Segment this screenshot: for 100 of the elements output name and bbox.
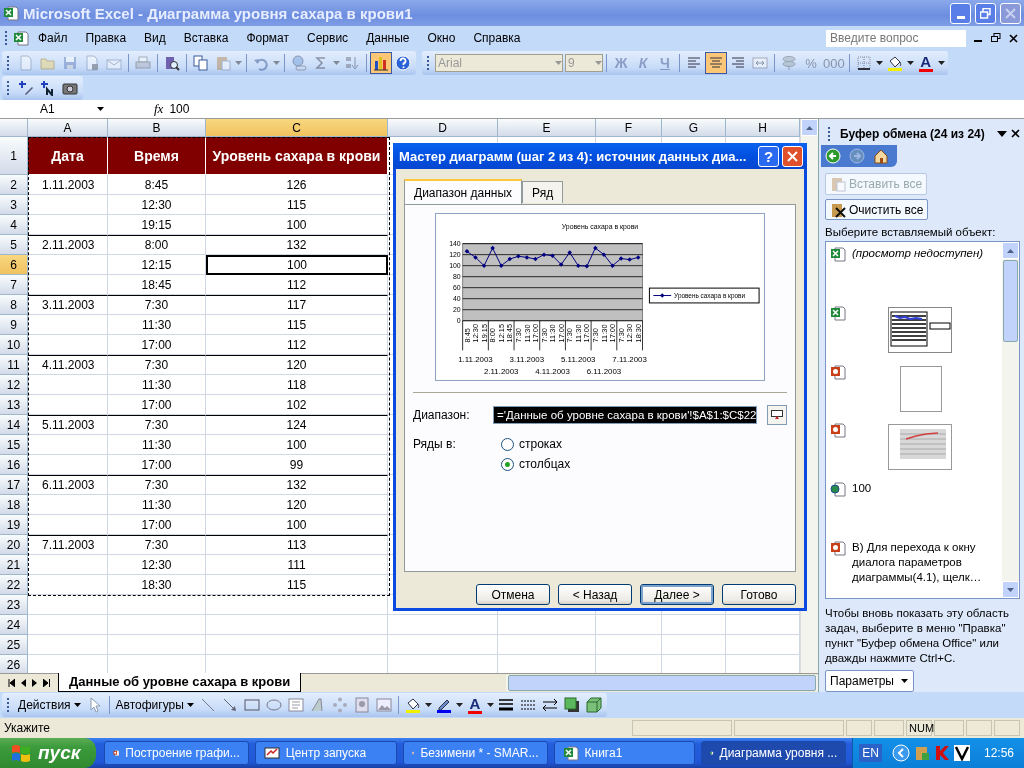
menu-item[interactable]: Файл	[29, 31, 77, 45]
clipboard-item[interactable]: 100	[852, 480, 998, 496]
row-header[interactable]: 1	[0, 137, 28, 175]
row-header[interactable]: 14	[0, 415, 28, 435]
table-cell: 117	[206, 295, 388, 315]
row-header[interactable]: 11	[0, 355, 28, 375]
menu-button[interactable]: Действия	[15, 694, 84, 716]
row-header[interactable]: 18	[0, 495, 28, 515]
table-cell: 12:30	[108, 195, 206, 215]
menu-item[interactable]: Формат	[237, 31, 299, 45]
taskbar-button[interactable]: Построение графи...	[103, 741, 249, 765]
column-heading: Дата	[28, 137, 108, 175]
table-cell: 100	[206, 255, 388, 275]
menu-item[interactable]: Справка	[464, 31, 530, 45]
row-header[interactable]: 21	[0, 555, 28, 575]
menu-item[interactable]: Вид	[135, 31, 175, 45]
dialog-button[interactable]: Отмена	[476, 584, 550, 605]
row-header[interactable]: 19	[0, 515, 28, 535]
clipboard-item[interactable]: (просмотр недоступен)	[852, 246, 998, 262]
table-cell: 12:30	[108, 555, 206, 575]
menu-button[interactable]: Автофигуры	[112, 694, 197, 716]
dialog-button[interactable]: < Назад	[558, 584, 632, 605]
sheet-tab[interactable]: Данные об уровне сахара в крови	[58, 672, 302, 692]
row-header[interactable]: 9	[0, 315, 28, 335]
font-color-button[interactable]: A	[914, 52, 937, 74]
dialog-button[interactable]: Готово	[722, 584, 796, 605]
taskbar-button[interactable]: Книга1	[553, 741, 696, 765]
row-header[interactable]: 23	[0, 595, 28, 615]
menu-item[interactable]: Данные	[357, 31, 419, 45]
row-header[interactable]: 12	[0, 375, 28, 395]
table-cell: 124	[206, 415, 388, 435]
dialog-button[interactable]: Далее >	[640, 584, 714, 605]
table-cell: 115	[206, 195, 388, 215]
table-cell: 102	[206, 395, 388, 415]
table-cell: 115	[206, 315, 388, 335]
font-color-button[interactable]: A	[463, 694, 486, 716]
column-header[interactable]: D	[388, 119, 498, 137]
column-header[interactable]: E	[498, 119, 596, 137]
table-cell: 18:30	[108, 575, 206, 595]
table-cell: 3.11.2003	[28, 295, 108, 315]
table-cell: 126	[206, 175, 388, 195]
row-header[interactable]: 7	[0, 275, 28, 295]
row-header[interactable]: 15	[0, 435, 28, 455]
row-header[interactable]: 17	[0, 475, 28, 495]
radio-label[interactable]: столбцах	[519, 457, 571, 471]
clipboard-item[interactable]: В) Для перехода к окну диалога параметров диаграммы(4.1), щелк…	[852, 539, 998, 585]
menu-item[interactable]: Окно	[418, 31, 465, 45]
row-header[interactable]: 4	[0, 215, 28, 235]
column-header[interactable]: C	[206, 119, 388, 137]
table-cell: 100	[206, 215, 388, 235]
taskbar-button[interactable]: Центр запуска	[254, 741, 397, 765]
prompt-text: Выберите вставляемый объект:	[825, 226, 997, 239]
start-button[interactable]: пуск	[0, 738, 96, 768]
row-header[interactable]: 3	[0, 195, 28, 215]
column-header[interactable]: B	[108, 119, 206, 137]
row-header[interactable]: 13	[0, 395, 28, 415]
menu-item[interactable]: Сервис	[298, 31, 358, 45]
clock: 12:56	[983, 746, 1014, 760]
row-header[interactable]: 2	[0, 175, 28, 195]
row-header[interactable]: 6	[0, 255, 28, 275]
table-cell: 8:45	[108, 175, 206, 195]
column-header[interactable]: A	[28, 119, 108, 137]
column-header[interactable]: H	[726, 119, 800, 137]
taskbar-button[interactable]: Безимени * - SMAR...	[402, 741, 548, 765]
column-header[interactable]: F	[596, 119, 662, 137]
table-cell: 100	[206, 435, 388, 455]
options-button[interactable]: Параметры	[825, 670, 914, 692]
range-field[interactable]: ='Данные об уровне сахара в крови'!$A$1:$C$22	[493, 406, 758, 424]
taskbar-button[interactable]: Диаграмма уровня ...	[701, 741, 847, 765]
formula-field[interactable]: 100	[169, 102, 190, 116]
menu-item[interactable]: Правка	[76, 31, 136, 45]
axis-tick-label: 4.11.2003	[535, 367, 570, 377]
table-cell: 17:00	[108, 395, 206, 415]
radio-label[interactable]: строках	[519, 437, 563, 451]
axis-tick-label: 6.11.2003	[586, 367, 622, 377]
field-label: Ряды в:	[413, 437, 457, 451]
row-header[interactable]: 16	[0, 455, 28, 475]
help-search-field[interactable]: Введите вопрос	[826, 29, 966, 47]
column-heading: Уровень сахара в крови	[206, 137, 388, 175]
language-indicator[interactable]: EN	[859, 744, 882, 762]
column-header[interactable]: G	[662, 119, 726, 137]
menu-item[interactable]: Вставка	[174, 31, 238, 45]
tab[interactable]: Диапазон данных	[404, 179, 523, 204]
table-cell: 7:30	[108, 295, 206, 315]
row-header[interactable]: 25	[0, 635, 28, 655]
tab[interactable]: Ряд	[522, 181, 564, 203]
function-button[interactable]: fx	[154, 101, 164, 117]
row-header[interactable]: 5	[0, 235, 28, 255]
pane-button[interactable]: Очистить все	[825, 198, 929, 221]
name-box[interactable]: A1	[0, 102, 110, 116]
table-cell: 113	[206, 535, 388, 555]
row-header[interactable]: 26	[0, 655, 28, 673]
row-header[interactable]: 20	[0, 535, 28, 555]
row-header[interactable]: 22	[0, 575, 28, 595]
hint-text: Чтобы вновь показать эту область задач, выберите в меню "Правка" пункт "Буфер обмена Office" или дважды нажмите Ctrl+C.	[825, 606, 1010, 667]
row-header[interactable]: 24	[0, 615, 28, 635]
field-label: Диапазон:	[413, 408, 471, 422]
row-header[interactable]: 10	[0, 335, 28, 355]
help-button[interactable]: ?	[758, 145, 779, 167]
row-header[interactable]: 8	[0, 295, 28, 315]
